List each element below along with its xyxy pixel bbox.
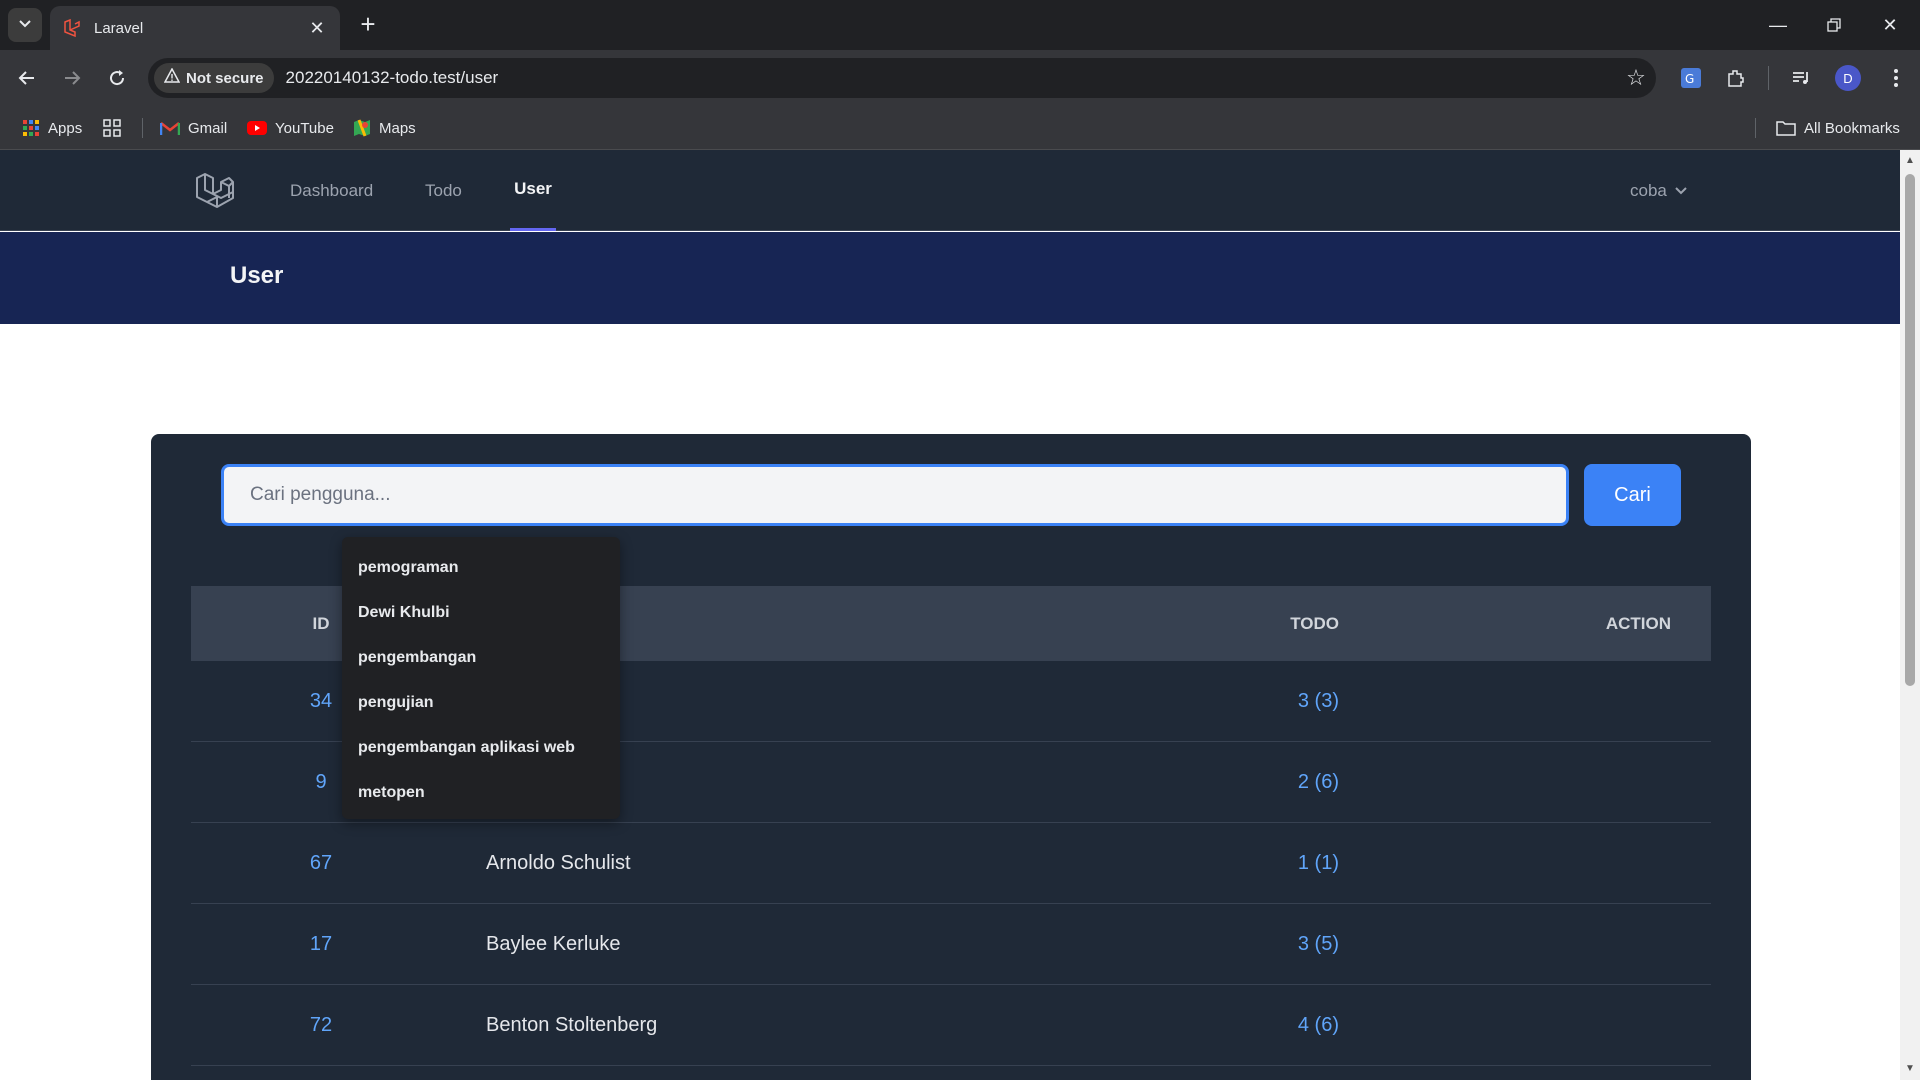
autocomplete-item[interactable]: metopen xyxy=(342,770,620,815)
autocomplete-item[interactable]: pengujian xyxy=(342,680,620,725)
header-todo: TODO xyxy=(1290,613,1339,633)
new-tab-button[interactable]: + xyxy=(352,9,384,41)
user-id-link[interactable]: 72 xyxy=(251,985,391,1066)
apps-grid-icon xyxy=(22,119,40,137)
svg-text:G: G xyxy=(1685,72,1694,86)
bookmark-gmail[interactable]: Gmail xyxy=(160,106,227,150)
bookmark-star-icon[interactable]: ☆ xyxy=(1616,65,1656,91)
autocomplete-dropdown: pemograman Dewi Khulbi pengembangan peng… xyxy=(342,537,620,819)
browser-tab[interactable]: Laravel ✕ xyxy=(50,6,340,50)
nav-dashboard[interactable]: Dashboard xyxy=(290,150,373,231)
user-todo-count[interactable]: 1 (1) xyxy=(1298,823,1339,904)
user-todo-count[interactable]: 3 (5) xyxy=(1298,904,1339,985)
bookmark-label: YouTube xyxy=(275,119,334,137)
bookmark-apps[interactable]: Apps xyxy=(22,106,82,150)
bookmark-label: Gmail xyxy=(188,119,228,137)
more-menu-icon[interactable] xyxy=(1880,62,1912,94)
extensions-icon[interactable] xyxy=(1720,62,1752,94)
user-id-link[interactable]: 67 xyxy=(251,823,391,904)
forward-icon[interactable] xyxy=(56,62,88,94)
laravel-favicon-icon xyxy=(62,18,82,38)
page-header: User xyxy=(0,232,1900,324)
tab-title: Laravel xyxy=(94,19,144,37)
autocomplete-item[interactable]: pengembangan xyxy=(342,635,620,680)
table-row: 67 Arnoldo Schulist 1 (1) xyxy=(191,823,1711,904)
bookmarks-divider xyxy=(1755,118,1756,138)
page-title: User xyxy=(230,262,284,289)
autocomplete-item[interactable]: pemograman xyxy=(342,545,620,590)
user-id-link[interactable]: 17 xyxy=(251,904,391,985)
nav-todo[interactable]: Todo xyxy=(425,150,462,231)
toolbar-divider xyxy=(1768,66,1769,90)
close-tab-icon[interactable]: ✕ xyxy=(306,18,328,39)
autocomplete-item[interactable]: pengembangan aplikasi web xyxy=(342,725,620,770)
search-button[interactable]: Cari xyxy=(1584,464,1681,526)
nav-user[interactable]: User xyxy=(510,150,556,231)
reload-icon[interactable] xyxy=(101,62,133,94)
bookmark-label: Apps xyxy=(48,119,83,137)
chevron-down-icon xyxy=(1675,184,1687,198)
bookmarks-bar: Apps Gmail YouTube Maps All Bookmarks xyxy=(0,106,1920,150)
user-name-cell: Benton Stoltenberg xyxy=(486,1014,658,1036)
user-todo-count[interactable]: 4 (6) xyxy=(1298,985,1339,1066)
bookmark-maps[interactable]: Maps xyxy=(353,106,416,150)
tab-groups-icon[interactable] xyxy=(102,106,122,150)
page-scrollbar[interactable]: ▲ ▼ xyxy=(1900,150,1920,1080)
url-text: 20220140132-todo.test/user xyxy=(285,68,499,87)
page-viewport: Dashboard Todo User coba User Cari ID TO… xyxy=(0,150,1900,1080)
user-name-cell: Baylee Kerluke xyxy=(486,933,621,955)
bookmark-label: Maps xyxy=(379,119,416,137)
table-row: 72 Benton Stoltenberg 4 (6) xyxy=(191,985,1711,1066)
bookmark-youtube[interactable]: YouTube xyxy=(247,106,334,150)
user-name-cell: Arnoldo Schulist xyxy=(486,852,631,874)
gmail-icon xyxy=(160,120,180,136)
laravel-logo-icon[interactable] xyxy=(193,170,235,212)
scroll-down-icon[interactable]: ▼ xyxy=(1904,1064,1916,1074)
user-todo-count[interactable]: 2 (6) xyxy=(1298,742,1339,823)
profile-avatar[interactable]: D xyxy=(1835,65,1861,91)
chevron-down-icon xyxy=(18,16,32,34)
media-control-icon[interactable] xyxy=(1785,62,1817,94)
autocomplete-item[interactable]: Dewi Khulbi xyxy=(342,590,620,635)
address-bar[interactable]: Not secure 20220140132-todo.test/user ☆ xyxy=(148,58,1656,98)
tab-search-button[interactable] xyxy=(8,8,42,42)
scroll-up-icon[interactable]: ▲ xyxy=(1904,156,1916,166)
scrollbar-thumb[interactable] xyxy=(1905,174,1915,686)
search-input[interactable] xyxy=(221,464,1569,526)
app-navbar: Dashboard Todo User coba xyxy=(0,150,1900,231)
browser-toolbar: Not secure 20220140132-todo.test/user ☆ … xyxy=(0,50,1920,106)
back-icon[interactable] xyxy=(11,62,43,94)
folder-icon xyxy=(1776,120,1796,136)
youtube-icon xyxy=(247,121,267,135)
bookmarks-divider xyxy=(142,118,143,138)
user-todo-count[interactable]: 3 (3) xyxy=(1298,661,1339,742)
warning-icon xyxy=(163,67,186,88)
translate-icon[interactable]: G xyxy=(1675,62,1707,94)
close-window-icon[interactable]: ✕ xyxy=(1862,0,1918,50)
browser-tabbar: Laravel ✕ + — ✕ xyxy=(0,0,1920,50)
table-row: 17 Baylee Kerluke 3 (5) xyxy=(191,904,1711,985)
all-bookmarks-label: All Bookmarks xyxy=(1804,119,1900,137)
maps-icon xyxy=(353,119,371,137)
user-dropdown[interactable]: coba xyxy=(1630,150,1687,231)
all-bookmarks[interactable]: All Bookmarks xyxy=(1776,106,1900,150)
restore-icon[interactable] xyxy=(1806,0,1862,50)
minimize-icon[interactable]: — xyxy=(1750,0,1806,50)
security-chip[interactable]: Not secure xyxy=(154,63,274,93)
header-action: ACTION xyxy=(1605,613,1671,633)
security-label: Not secure xyxy=(186,69,264,87)
user-name: coba xyxy=(1630,180,1667,200)
